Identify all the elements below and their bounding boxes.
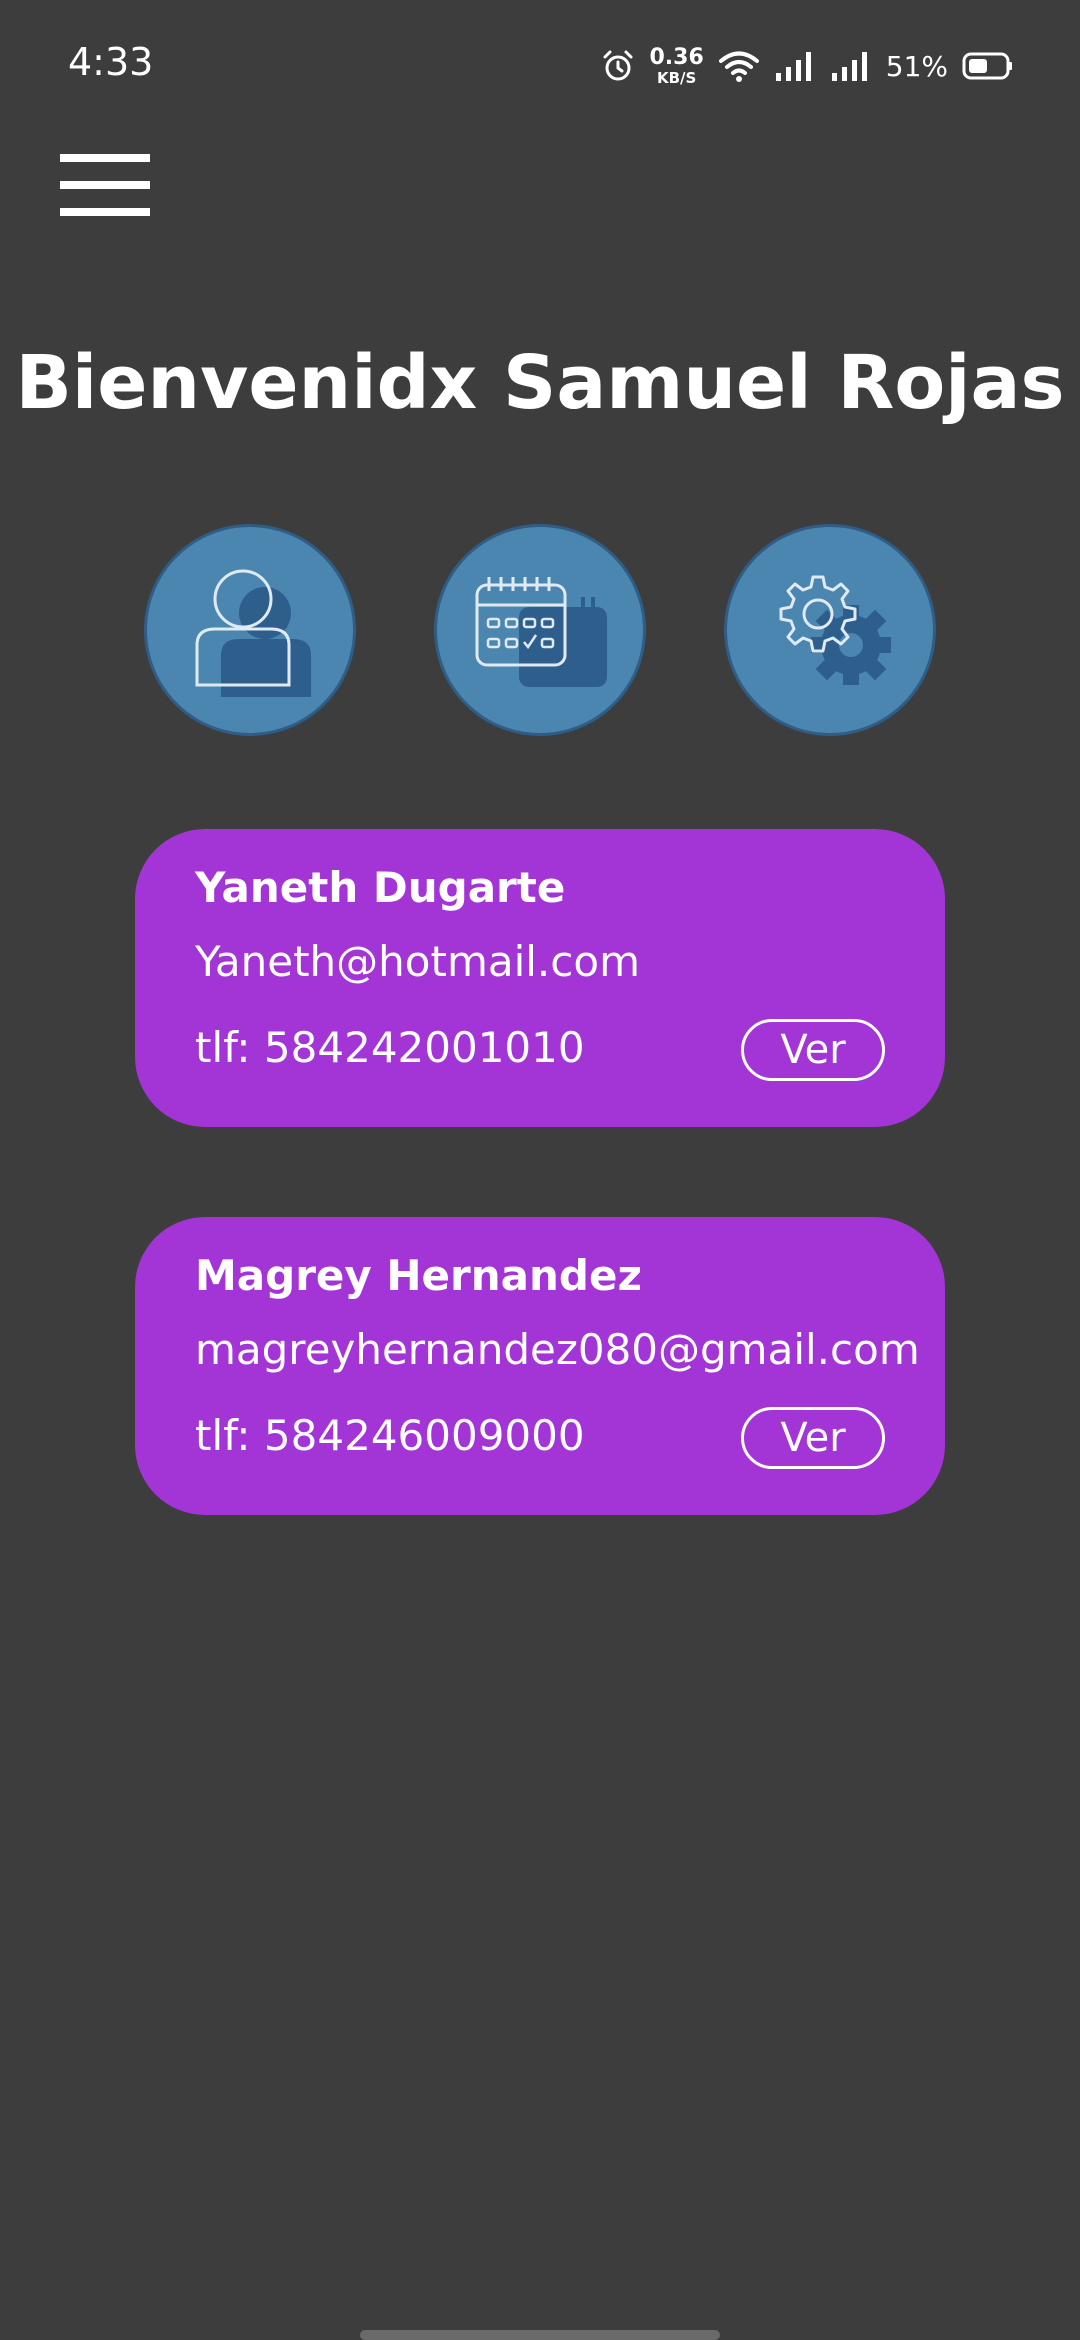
network-speed-value: 0.36 <box>649 44 704 70</box>
page-title: Bienvenidx Samuel Rojas <box>15 340 1065 426</box>
menu-bar <box>60 181 150 189</box>
contact-phone: tlf: 584246009000 <box>195 1411 585 1460</box>
settings-gear-icon <box>779 575 891 685</box>
wifi-icon <box>718 49 760 83</box>
calendar-icon <box>475 577 607 687</box>
menu-bar <box>60 208 150 216</box>
settings-button[interactable] <box>724 524 936 736</box>
menu-bar <box>60 154 150 162</box>
alarm-icon <box>601 49 635 83</box>
view-contact-button[interactable]: Ver <box>741 1019 885 1081</box>
contact-name: Yaneth Dugarte <box>195 863 566 912</box>
app-screen: 4:33 0.36 KB/S 51% Bienvenidx Samuel Roj… <box>0 0 1080 2340</box>
signal-icon <box>830 49 872 83</box>
contact-card: Magrey Hernandez magreyhernandez080@gmai… <box>135 1217 945 1515</box>
signal-icon <box>774 49 816 83</box>
home-indicator[interactable] <box>360 2330 720 2340</box>
battery-icon <box>962 51 1014 81</box>
network-speed: 0.36 KB/S <box>649 44 704 87</box>
profile-button[interactable] <box>144 524 356 736</box>
status-time: 4:33 <box>68 40 154 84</box>
contact-email: magreyhernandez080@gmail.com <box>195 1325 920 1374</box>
status-bar: 4:33 0.36 KB/S 51% <box>0 0 1080 130</box>
hamburger-menu-icon[interactable] <box>58 152 152 218</box>
calendar-button[interactable] <box>434 524 646 736</box>
contact-name: Magrey Hernandez <box>195 1251 642 1300</box>
view-contact-button[interactable]: Ver <box>741 1407 885 1469</box>
contact-email: Yaneth@hotmail.com <box>195 937 640 986</box>
contact-card: Yaneth Dugarte Yaneth@hotmail.com tlf: 5… <box>135 829 945 1127</box>
network-speed-unit: KB/S <box>656 68 697 87</box>
status-icons: 0.36 KB/S 51% <box>601 44 1014 88</box>
contact-phone: tlf: 584242001010 <box>195 1023 585 1072</box>
battery-percent: 51% <box>885 49 948 83</box>
user-profile-icon <box>195 569 311 697</box>
